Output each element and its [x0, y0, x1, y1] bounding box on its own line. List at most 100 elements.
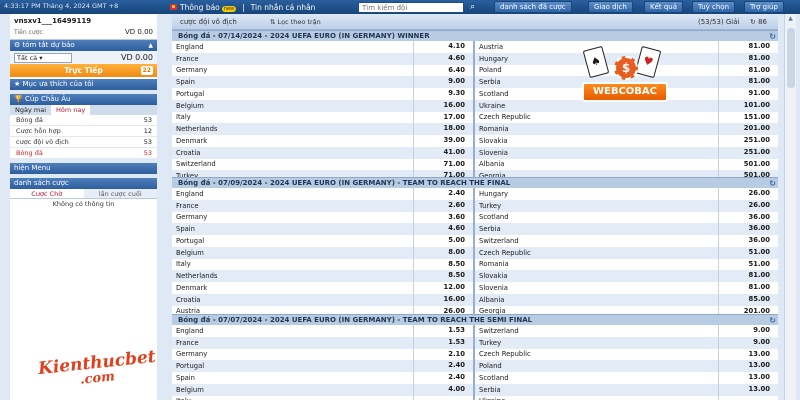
tab-today[interactable]: Hôm nay: [51, 105, 91, 115]
filter-button[interactable]: ⇅ Lọc theo trận: [270, 18, 321, 26]
scroll-thumb[interactable]: [787, 28, 795, 88]
odds-value[interactable]: 81.00: [718, 76, 778, 88]
odds-value[interactable]: 81.00: [718, 41, 778, 53]
odds-row: Portugal 9.30 Scotland 91.00: [172, 88, 778, 100]
summary-select[interactable]: Tất cả ▾: [14, 52, 72, 63]
refresh-icon[interactable]: ↻: [769, 32, 776, 41]
odds-value[interactable]: 8.50: [413, 258, 473, 271]
market-section: Bóng đá - 07/14/2024 - 2024 UEFA EURO (I…: [172, 30, 778, 182]
odds-value[interactable]: 9.00: [718, 336, 778, 349]
search-input[interactable]: [358, 2, 464, 13]
nav-messages[interactable]: Tin nhắn cá nhân: [251, 3, 316, 12]
bet-list-button[interactable]: danh sách đã cược: [494, 1, 572, 13]
odds-value[interactable]: 51.00: [718, 258, 778, 271]
odds-value[interactable]: 3.60: [413, 211, 473, 224]
tab-last-bets[interactable]: lần cược cuối: [84, 189, 158, 198]
odds-cell: Switzerland 36.00: [475, 235, 778, 247]
odds-value[interactable]: 2.40: [413, 360, 473, 372]
odds-value[interactable]: [718, 395, 778, 400]
odds-value[interactable]: 1.53: [413, 336, 473, 349]
results-button[interactable]: Kết quả: [644, 1, 684, 13]
odds-value[interactable]: 17.00: [413, 111, 473, 124]
scrollbar[interactable]: ▲: [784, 14, 796, 400]
odds-value[interactable]: 36.00: [718, 223, 778, 235]
refresh-icon[interactable]: ↻: [769, 316, 776, 325]
odds-value[interactable]: 8.00: [413, 246, 473, 259]
refresh-icon[interactable]: ↻: [769, 179, 776, 188]
odds-cell: Czech Republic 51.00: [475, 246, 778, 259]
menu-header[interactable]: hiện Menu: [10, 163, 157, 174]
odds-value[interactable]: 2.60: [413, 199, 473, 212]
summary-row: Tất cả ▾ VD 0.00: [10, 51, 157, 64]
odds-value[interactable]: 36.00: [718, 235, 778, 247]
odds-value[interactable]: 85.00: [718, 293, 778, 306]
odds-value[interactable]: 41.00: [413, 146, 473, 159]
odds-value[interactable]: 4.00: [413, 383, 473, 396]
odds-value[interactable]: 8.50: [413, 270, 473, 282]
odds-value[interactable]: 36.00: [718, 211, 778, 224]
odds-value[interactable]: 91.00: [718, 88, 778, 100]
odds-value[interactable]: 81.00: [718, 282, 778, 294]
odds-value[interactable]: 5.00: [413, 235, 473, 247]
odds-value[interactable]: 101.00: [718, 99, 778, 112]
tab-pending[interactable]: Cược Chờ: [10, 189, 84, 198]
odds-value[interactable]: 13.00: [718, 372, 778, 384]
odds-value[interactable]: 151.00: [718, 111, 778, 124]
odds-value[interactable]: 9.30: [413, 88, 473, 100]
odds-value[interactable]: 16.00: [413, 99, 473, 112]
odds-value[interactable]: 1.53: [413, 325, 473, 337]
nav-notifications[interactable]: Thông báo new: [170, 3, 237, 12]
bets-header[interactable]: danh sách cược: [10, 178, 157, 189]
sport-item-active[interactable]: Bóng đá 53: [10, 148, 157, 159]
odds-value[interactable]: 4.10: [413, 41, 473, 53]
sport-item[interactable]: Cược hỗn hợp 12: [10, 126, 157, 137]
odds-value[interactable]: 39.00: [413, 135, 473, 147]
tab-tomorrow[interactable]: Ngày mai: [10, 105, 51, 115]
odds-value[interactable]: 6.40: [413, 64, 473, 77]
odds-value[interactable]: 18.00: [413, 123, 473, 135]
help-button[interactable]: Trợ giúp: [744, 1, 784, 13]
odds-value[interactable]: 71.00: [413, 158, 473, 171]
scroll-up-icon[interactable]: ▲: [785, 14, 796, 24]
odds-value[interactable]: 2.40: [413, 188, 473, 200]
odds-value[interactable]: 81.00: [718, 64, 778, 77]
market-title-text: Bóng đá - 07/09/2024 - 2024 UEFA EURO (I…: [178, 179, 511, 187]
refresh-icon[interactable]: ↻: [750, 18, 758, 26]
sport-item[interactable]: cược đội vô địch 53: [10, 137, 157, 148]
odds-value[interactable]: 26.00: [718, 188, 778, 200]
sport-item[interactable]: Bóng đá 53: [10, 115, 157, 126]
main-header: cược đội vô địch ⇅ Lọc theo trận (53/53)…: [172, 14, 778, 30]
odds-value[interactable]: 2.40: [413, 372, 473, 384]
cup-header[interactable]: 🏆 Cúp Châu Âu: [10, 94, 157, 105]
odds-value[interactable]: 9.00: [718, 325, 778, 337]
odds-value[interactable]: 2.10: [413, 348, 473, 361]
odds-cell: Portugal 2.40: [172, 360, 475, 372]
odds-value[interactable]: 13.00: [718, 348, 778, 361]
odds-value[interactable]: [413, 395, 473, 400]
odds-value[interactable]: 201.00: [718, 123, 778, 135]
odds-value[interactable]: 16.00: [413, 293, 473, 306]
odds-cell: Spain 9.00: [172, 76, 475, 88]
odds-value[interactable]: 9.00: [413, 76, 473, 88]
odds-value[interactable]: 81.00: [718, 52, 778, 65]
odds-value[interactable]: 81.00: [718, 270, 778, 282]
search-icon[interactable]: ⌕: [466, 1, 479, 13]
odds-value[interactable]: 26.00: [718, 199, 778, 212]
team-name: Slovenia: [479, 148, 508, 157]
odds-cell: Switzerland 71.00: [172, 158, 475, 171]
odds-value[interactable]: 501.00: [718, 158, 778, 171]
odds-value[interactable]: 12.00: [413, 282, 473, 294]
transactions-button[interactable]: Giao dịch: [588, 1, 633, 13]
summary-header[interactable]: ⚙ tóm tắt dự báo ▲: [10, 40, 157, 51]
day-tabs: Ngày mai Hôm nay: [10, 105, 157, 115]
odds-value[interactable]: 51.00: [718, 246, 778, 259]
live-button[interactable]: Trực Tiếp 22: [10, 64, 157, 77]
odds-value[interactable]: 251.00: [718, 135, 778, 147]
odds-value[interactable]: 13.00: [718, 383, 778, 396]
options-button[interactable]: Tuỳ chọn: [692, 1, 736, 13]
odds-value[interactable]: 251.00: [718, 146, 778, 159]
odds-value[interactable]: 4.60: [413, 52, 473, 65]
odds-value[interactable]: 4.60: [413, 223, 473, 235]
odds-value[interactable]: 13.00: [718, 360, 778, 372]
favorites-header[interactable]: ★ Mục ưa thích của tôi: [10, 79, 157, 90]
